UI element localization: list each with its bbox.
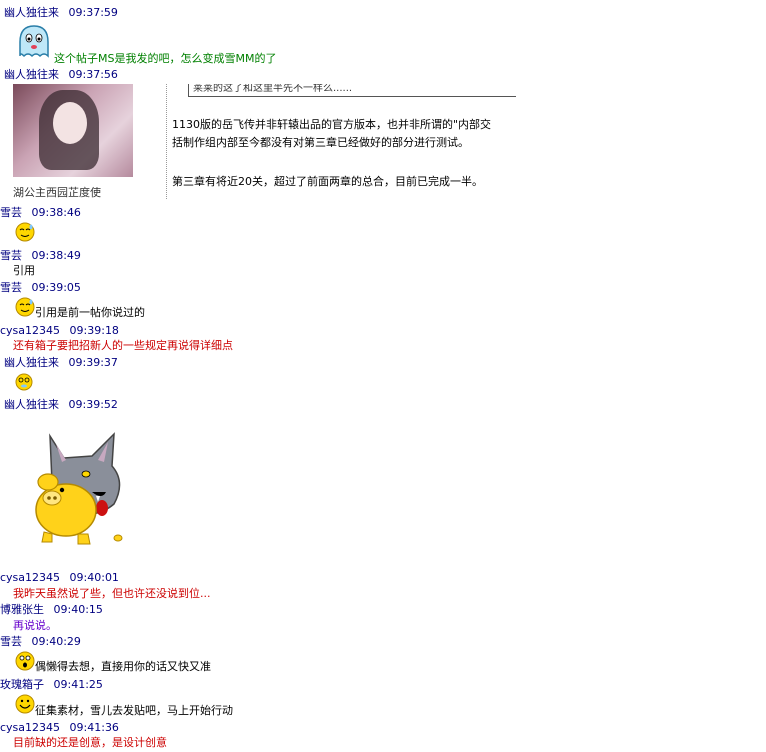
message-header: 幽人独往来 09:37:56 (4, 68, 118, 82)
sender-name: 玫瑰箱子 (0, 678, 44, 691)
sender-name: cysa12345 (0, 571, 61, 584)
message-header: cysa12345 09:39:18 (0, 324, 119, 338)
message-header: 雪芸 09:38:49 (0, 249, 81, 263)
message-text: 征集素材，雪儿去发贴吧，马上开始行动 (35, 704, 233, 717)
sender-name: cysa12345 (0, 721, 61, 734)
message-text: 引用 (13, 264, 35, 277)
message-header: cysa12345 09:40:01 (0, 571, 119, 585)
embed-line-1: 1130版的岳飞传并非轩辕出品的官方版本，也并非所谓的"内部交 (172, 118, 492, 131)
message-header: cysa12345 09:41:36 (0, 721, 119, 735)
avatar-image (13, 84, 133, 177)
timestamp: 09:40:01 (69, 571, 119, 584)
timestamp: 09:40:15 (53, 603, 103, 616)
message-text: 我昨天虽然说了些，但也许还没说到位... (13, 587, 211, 600)
timestamp: 09:37:56 (68, 68, 118, 81)
timestamp: 09:41:25 (53, 678, 103, 691)
timestamp: 09:39:37 (68, 356, 118, 369)
message-header: 雪芸 09:40:29 (0, 635, 81, 649)
wolf-pig-sticker-icon (22, 430, 132, 551)
smile-emoticon-icon (14, 693, 36, 718)
divider (166, 84, 168, 199)
sender-name: cysa12345 (0, 324, 61, 337)
sender-name: 博雅张生 (0, 603, 44, 616)
timestamp: 09:40:29 (31, 635, 81, 648)
timestamp: 09:41:36 (69, 721, 119, 734)
sender-name: 幽人独往来 (4, 398, 59, 411)
timestamp: 09:38:49 (31, 249, 81, 262)
sender-name: 雪芸 (0, 635, 22, 648)
quote-box: 莱莱的这了和这里半先不一样么...... (188, 84, 516, 97)
timestamp: 09:39:52 (68, 398, 118, 411)
timestamp: 09:38:46 (31, 206, 81, 219)
timestamp: 09:39:18 (69, 324, 119, 337)
surprised-emoticon-icon (14, 650, 36, 675)
timestamp: 09:39:05 (31, 281, 81, 294)
sender-name: 雪芸 (0, 249, 22, 262)
message-header: 雪芸 09:39:05 (0, 281, 81, 295)
ghost-emoticon-icon (14, 22, 54, 65)
embed-line-3: 第三章有将近20关，超过了前面两章的总合，目前已完成一半。 (172, 175, 483, 188)
message-text: 这个帖子MS是我发的吧，怎么变成雪MM的了 (54, 52, 277, 65)
sweat-emoticon-icon (14, 296, 36, 321)
message-text: 还有箱子要把招新人的一些规定再说得详细点 (13, 339, 233, 352)
timestamp: 09:37:59 (68, 6, 118, 19)
message-header: 幽人独往来 09:39:52 (4, 398, 118, 412)
message-text: 再说说。 (13, 619, 57, 632)
message-header: 雪芸 09:38:46 (0, 206, 81, 220)
sender-name: 幽人独往来 (4, 68, 59, 81)
embed-caption: 湖公主西园芷度使 (13, 186, 101, 199)
message-header: 幽人独往来 09:37:59 (4, 6, 118, 20)
message-header: 幽人独往来 09:39:37 (4, 356, 118, 370)
embed-line-2: 括制作组内部至今都没有对第三章已经做好的部分进行测试。 (172, 136, 469, 149)
sender-name: 幽人独往来 (4, 356, 59, 369)
message-text: 引用是前一帖你说过的 (35, 306, 145, 319)
sender-name: 雪芸 (0, 281, 22, 294)
dizzy-emoticon-icon (14, 372, 34, 395)
embedded-screenshot: 莱莱的这了和这里半先不一样么...... 1130版的岳飞传并非轩辕出品的官方版… (13, 84, 516, 199)
message-header: 玫瑰箱子 09:41:25 (0, 678, 103, 692)
message-text: 目前缺的还是创意，是设计创意 (13, 736, 167, 749)
message-header: 博雅张生 09:40:15 (0, 603, 103, 617)
sender-name: 雪芸 (0, 206, 22, 219)
sweat-emoticon-icon (14, 221, 36, 246)
message-text: 偶懒得去想，直接用你的话又快又准 (35, 660, 211, 673)
sender-name: 幽人独往来 (4, 6, 59, 19)
